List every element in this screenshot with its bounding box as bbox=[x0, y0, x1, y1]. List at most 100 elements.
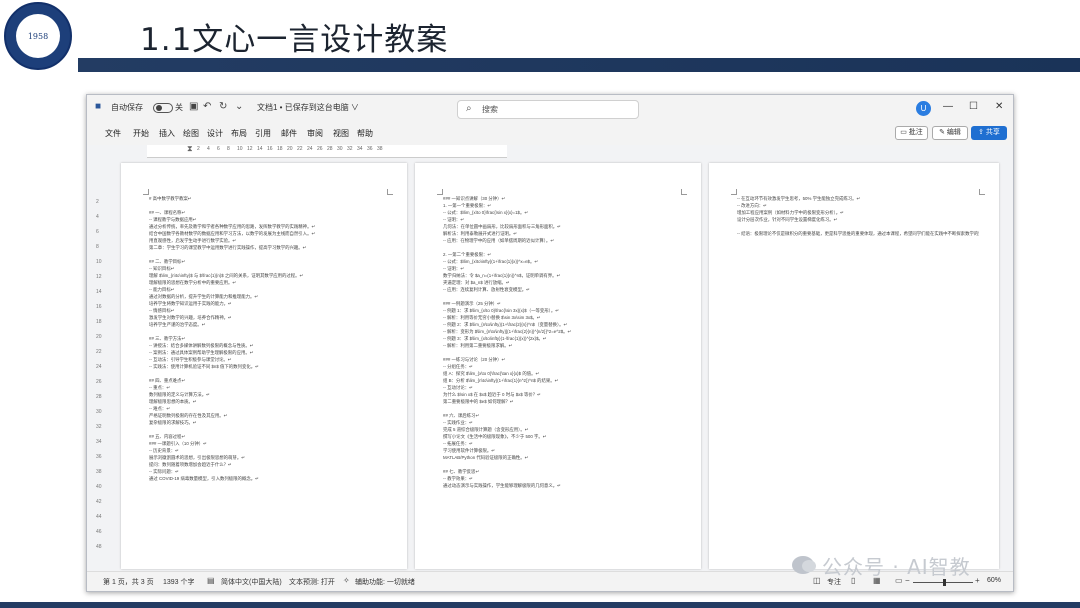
document-page-1[interactable]: # 高中数学教学教案↵ ## 一、课程名称↵ -- 课程教学与数据应用↵ 通过分析传… bbox=[121, 163, 407, 569]
proofing-icon[interactable]: ▤ bbox=[207, 576, 215, 585]
slide-header: 1958 1.1文心一言设计教案 bbox=[0, 0, 1080, 72]
autosave-label: 自动保存 bbox=[111, 103, 143, 112]
edit-mode-button[interactable]: ✎ 编辑 bbox=[932, 126, 968, 140]
ruler-number: 14 bbox=[257, 146, 263, 152]
document-line: 理解极限的思想在数学分析中的重要应用。↵ bbox=[149, 280, 237, 285]
vruler-number: 38 bbox=[96, 469, 102, 475]
ruler-number: 22 bbox=[297, 146, 303, 152]
document-line: 通过对数据的分析，提升学生的计算能力和推理能力。↵ bbox=[149, 294, 259, 299]
tab-design[interactable]: 设计 bbox=[207, 128, 223, 139]
tab-help[interactable]: 帮助 bbox=[357, 128, 373, 139]
document-page-3[interactable]: -- 在互动环节有效激发学生思考，50% 学生能独立完成练习。↵ -- 改进方向… bbox=[709, 163, 999, 569]
document-line: 激发学生对数学的兴趣，培养合作精神。↵ bbox=[149, 315, 232, 320]
share-label: 共享 bbox=[985, 129, 1000, 136]
document-line: 培养学生将数学知识运用于实践的能力。↵ bbox=[149, 301, 232, 306]
document-line: ## 五、内容过程↵ bbox=[149, 434, 186, 439]
ruler-number: 32 bbox=[347, 146, 353, 152]
tab-review[interactable]: 审阅 bbox=[307, 128, 323, 139]
word-window: ■ 自动保存 关 ▣ ↶ ↻ ⌄ 文档1 • 已保存到这台电脑 ∨ ⌕ 搜索 U… bbox=[86, 94, 1014, 592]
document-page-2[interactable]: ### 一知识点讲解（30 分钟）↵ 1. 一第一个重要极限：↵ -- 公式：$\… bbox=[415, 163, 701, 569]
document-line: -- 情感目标↵ bbox=[149, 308, 175, 313]
close-button[interactable]: ✕ bbox=[995, 101, 1003, 112]
document-line: -- 教学效果：↵ bbox=[443, 476, 473, 481]
page-count[interactable]: 第 1 页，共 3 页 bbox=[103, 577, 154, 587]
document-line: -- 重点：↵ bbox=[149, 385, 170, 390]
document-line: ### 一知识点讲解（30 分钟）↵ bbox=[443, 196, 506, 201]
vruler-number: 8 bbox=[96, 244, 99, 250]
tab-mailings[interactable]: 邮件 bbox=[281, 128, 297, 139]
watermark-text: 公众号 · AI智教 bbox=[822, 554, 971, 579]
tab-view[interactable]: 视图 bbox=[333, 128, 349, 139]
ruler-number: 36 bbox=[367, 146, 373, 152]
quick-access-more-icon[interactable]: ⌄ bbox=[235, 101, 243, 112]
horizontal-ruler[interactable]: 2 4 6 8 10 12 14 16 18 20 22 24 26 28 30 32 34 36 38 ⧗ bbox=[147, 144, 507, 158]
minimize-button[interactable]: — bbox=[943, 101, 953, 112]
autosave-toggle[interactable] bbox=[153, 103, 173, 113]
word-app-icon: ■ bbox=[95, 101, 102, 112]
redo-icon[interactable]: ↻ bbox=[219, 101, 227, 112]
document-title[interactable]: 文档1 • 已保存到这台电脑 ∨ bbox=[257, 102, 359, 113]
document-line: 数学归纳法：令 $a_n=(1+\frac{1}{n})^n$，证明单调有界。↵ bbox=[443, 273, 561, 278]
document-line: 复杂极限的求解技巧。↵ bbox=[149, 420, 197, 425]
comment-icon: ▭ bbox=[900, 129, 907, 136]
maximize-button[interactable]: ☐ bbox=[969, 101, 978, 112]
document-line: -- 解析：利用等价无穷小替换 $\sin 3x\sim 3x$。↵ bbox=[443, 315, 541, 320]
document-line: -- 实际问题：↵ bbox=[149, 469, 179, 474]
ruler-number: 2 bbox=[197, 146, 200, 152]
document-line: -- 拓展任务：↵ bbox=[443, 441, 473, 446]
tab-home[interactable]: 开始 bbox=[133, 128, 149, 139]
undo-icon[interactable]: ↶ bbox=[203, 101, 211, 112]
share-button[interactable]: ⇪ 共享 bbox=[971, 126, 1007, 140]
document-line: -- 例题 2：求 $\lim_{n\to\infty}(1+\frac{2}{… bbox=[443, 322, 568, 327]
vruler-number: 20 bbox=[96, 334, 102, 340]
accessibility-icon[interactable]: ✧ bbox=[343, 576, 350, 585]
pencil-icon: ✎ bbox=[939, 129, 945, 136]
vertical-ruler[interactable]: 2 4 6 8 10 12 14 16 18 20 22 24 26 28 30 32 34 36 38 40 42 44… bbox=[95, 159, 105, 565]
ribbon-tabs: 文件 开始 插入 绘图 设计 布局 引用 邮件 审阅 视图 帮助 ▭ 批注 ✎ … bbox=[87, 123, 1013, 145]
tab-file[interactable]: 文件 bbox=[105, 128, 121, 139]
language-indicator[interactable]: 简体中文(中国大陆) bbox=[221, 577, 282, 587]
indent-marker-icon[interactable]: ⧗ bbox=[187, 144, 193, 154]
tab-layout[interactable]: 布局 bbox=[231, 128, 247, 139]
document-line: 理解极限思想的本质。↵ bbox=[149, 399, 197, 404]
document-line: ## 六、课后练习↵ bbox=[443, 413, 480, 418]
ruler-number: 20 bbox=[287, 146, 293, 152]
page-2-text: ### 一知识点讲解（30 分钟）↵ 1. 一第一个重要极限：↵ -- 公式：$\… bbox=[443, 195, 681, 489]
tab-draw[interactable]: 绘图 bbox=[183, 128, 199, 139]
page-1-text: # 高中数学教学教案↵ ## 一、课程名称↵ -- 课程教学与数据应用↵ 通过分析传… bbox=[149, 195, 387, 482]
share-icon: ⇪ bbox=[978, 129, 984, 136]
search-box[interactable]: ⌕ 搜索 bbox=[457, 100, 639, 119]
title-underline-bar bbox=[78, 58, 1080, 72]
document-line: 理解 $\lim_{n\to\infty}$ 与 $\frac{1}{n}$ 之… bbox=[149, 273, 304, 278]
vruler-number: 12 bbox=[96, 274, 102, 280]
text-prediction[interactable]: 文本预测: 打开 bbox=[289, 577, 335, 587]
zoom-in-icon[interactable]: + bbox=[975, 576, 980, 585]
vruler-number: 36 bbox=[96, 454, 102, 460]
zoom-level[interactable]: 60% bbox=[987, 577, 1001, 584]
vruler-number: 22 bbox=[96, 349, 102, 355]
bottom-accent-bar bbox=[0, 602, 1080, 608]
document-line: -- 例题 3：求 $\lim_{x\to\infty}(1-\frac{1}{… bbox=[443, 336, 547, 341]
autosave-state: 关 bbox=[175, 103, 183, 112]
tab-insert[interactable]: 插入 bbox=[159, 128, 175, 139]
document-line: 夹逼定理：对 $a_n$ 进行放缩。↵ bbox=[443, 280, 510, 285]
ruler-number: 24 bbox=[307, 146, 313, 152]
word-count[interactable]: 1393 个字 bbox=[163, 577, 195, 587]
zoom-slider-handle[interactable] bbox=[943, 579, 946, 586]
comment-button[interactable]: ▭ 批注 bbox=[895, 126, 928, 140]
document-line: -- 讲授法：结合多媒体讲解数列极限的概念与性质。↵ bbox=[149, 343, 254, 348]
ruler-number: 6 bbox=[217, 146, 220, 152]
margin-mark bbox=[681, 189, 687, 195]
document-line: -- 互动法：引导学生积极参与课堂讨论。↵ bbox=[149, 357, 232, 362]
document-line: -- 公式：$\lim_{x\to 0}\frac{\sin x}{x}=1$。… bbox=[443, 210, 529, 215]
accessibility-status[interactable]: 辅助功能: 一切就绪 bbox=[355, 577, 415, 587]
tab-references[interactable]: 引用 bbox=[255, 128, 271, 139]
ruler-number: 12 bbox=[247, 146, 253, 152]
document-line: 组 A：探究 $\lim_{x\to 0}\frac{\tan x}{x}$ 的… bbox=[443, 371, 540, 376]
save-icon[interactable]: ▣ bbox=[189, 101, 198, 112]
document-line: ## 七、教学反思↵ bbox=[443, 469, 480, 474]
document-line: 组 B：分析 $\lim_{n\to\infty}(1+\frac{1}{n^2… bbox=[443, 378, 559, 383]
user-avatar[interactable]: U bbox=[916, 101, 931, 116]
